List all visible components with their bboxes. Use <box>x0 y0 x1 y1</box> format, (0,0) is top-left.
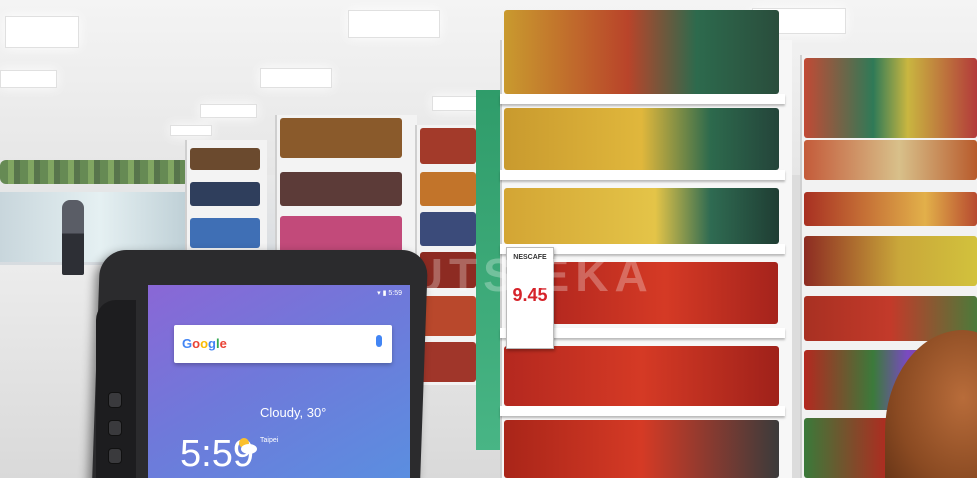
shopper <box>62 200 84 275</box>
product-row <box>420 212 476 246</box>
product-row <box>280 172 402 206</box>
tablet-side-button[interactable] <box>108 392 122 408</box>
tablet-side-button[interactable] <box>108 448 122 464</box>
mic-icon[interactable] <box>376 335 382 347</box>
product-row <box>420 296 476 336</box>
ceiling-light <box>348 10 440 38</box>
product-row <box>420 172 476 206</box>
product-row <box>190 218 260 248</box>
product-row <box>504 108 779 170</box>
ceiling-light <box>260 68 332 88</box>
weather-city: Taipei <box>260 437 279 444</box>
tablet-screen: ▾ ▮ 5:59 Google 5:59 Cloudy, 30° Taipei <box>148 285 410 478</box>
ceiling-light <box>432 96 482 111</box>
shelf-edge <box>500 170 785 180</box>
product-row <box>420 342 476 382</box>
product-row <box>504 346 779 406</box>
product-row <box>190 182 260 206</box>
battery-icon: ▮ <box>382 290 387 297</box>
product-row <box>280 118 402 158</box>
product-row <box>420 128 476 164</box>
wifi-icon: ▾ <box>377 290 381 297</box>
ceiling-light <box>200 104 257 118</box>
product-row <box>804 140 977 180</box>
cloud-sun-icon <box>239 438 257 454</box>
ceiling-light <box>5 16 79 48</box>
shelf-edge <box>500 406 785 416</box>
product-row <box>804 236 977 286</box>
ceiling-light <box>170 125 212 136</box>
product-row <box>190 148 260 170</box>
product-row <box>504 188 779 244</box>
ceiling-light <box>0 70 57 88</box>
plant-garland <box>0 160 190 184</box>
product-row <box>504 10 779 94</box>
status-bar: ▾ ▮ 5:59 <box>377 289 402 297</box>
status-time: 5:59 <box>388 290 402 297</box>
google-logo: Google <box>182 336 227 351</box>
product-row <box>804 192 977 226</box>
product-row <box>804 58 977 138</box>
store-photo: NESCAFE 9.45 SIMUTSIEKA ▾ ▮ 5:59 Google … <box>0 0 977 478</box>
google-search-bar[interactable]: Google <box>174 325 392 363</box>
weather-text: Cloudy, 30° <box>260 405 327 420</box>
tablet-side-button[interactable] <box>108 420 122 436</box>
shelf-edge <box>500 94 785 104</box>
product-row <box>504 420 779 478</box>
